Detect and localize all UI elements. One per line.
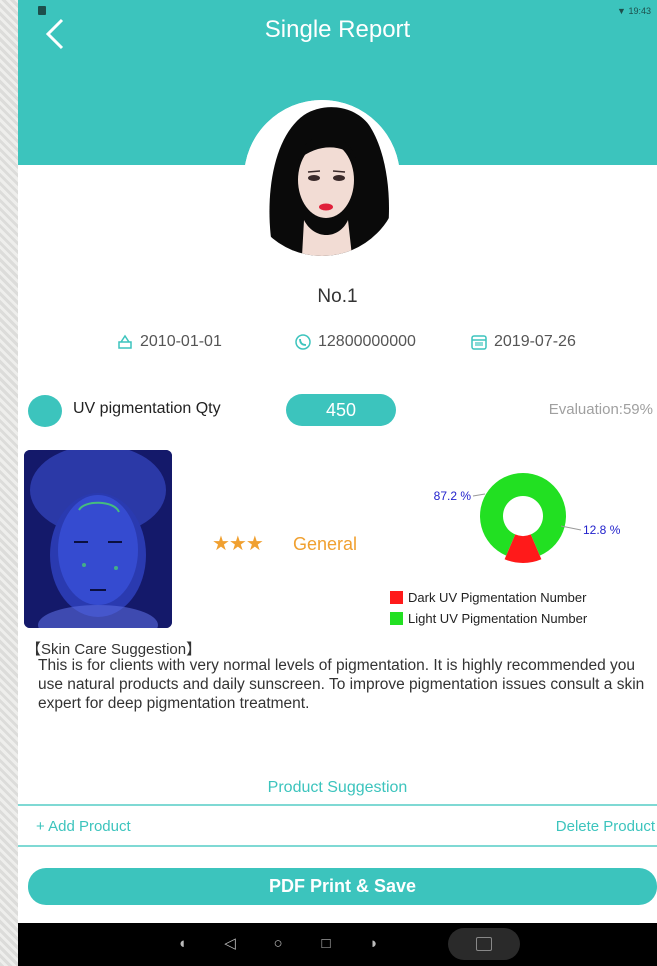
evaluation-score: Evaluation:59% <box>548 401 653 418</box>
volume-down-icon[interactable]: ◖ <box>170 932 194 956</box>
uv-label: UV pigmentation Qty <box>73 400 221 417</box>
product-suggestion-title: Product Suggestion <box>267 779 408 796</box>
rating-stars: ★★★ <box>212 533 264 555</box>
status-time: ▼ 19:43 <box>617 6 651 16</box>
data-label-light: 87.2 % <box>434 489 472 503</box>
skin-care-suggestion-text: This is for clients with very normal lev… <box>38 657 645 712</box>
screen: ▼ 19:43 Single Report No.1 2010-01-01 12… <box>18 0 657 966</box>
avatar <box>244 100 400 256</box>
rating-label: General <box>293 534 358 554</box>
divider <box>18 804 657 806</box>
home-nav-icon[interactable]: ○ <box>266 932 290 956</box>
phone-field: 12800000000 <box>294 333 416 351</box>
report-date-field: 2019-07-26 <box>470 333 576 351</box>
device-frame <box>0 0 18 966</box>
battery-icon <box>38 6 46 15</box>
legend-item-dark: Dark UV Pigmentation Number <box>390 590 586 605</box>
screenshot-button[interactable] <box>448 928 520 960</box>
avatar-portrait-image <box>244 100 400 256</box>
uv-value-badge: 450 <box>286 394 396 426</box>
label-leader-line <box>472 493 486 497</box>
cake-icon <box>118 334 132 349</box>
add-product-button[interactable]: + Add Product <box>36 818 131 835</box>
uv-indicator-dot <box>28 395 62 427</box>
volume-up-icon[interactable]: ◗ <box>362 932 386 956</box>
data-label-dark: 12.8 % <box>583 523 621 537</box>
legend-swatch-light <box>390 612 403 625</box>
screenshot-icon <box>476 937 492 951</box>
page-title: Single Report <box>264 16 411 43</box>
back-nav-icon[interactable]: ◁ <box>218 932 242 956</box>
calendar-icon <box>471 335 487 350</box>
client-name: No.1 <box>317 286 358 307</box>
recents-nav-icon[interactable]: □ <box>314 932 338 956</box>
phone-icon <box>295 334 311 350</box>
uv-face-photo <box>24 450 172 628</box>
pigmentation-donut-chart: 12.8 % 87.2 % <box>434 473 621 563</box>
birthdate-field: 2010-01-01 <box>116 333 222 351</box>
legend-item-light: Light UV Pigmentation Number <box>390 611 587 626</box>
pdf-print-save-button[interactable]: PDF Print & Save <box>28 868 657 905</box>
delete-product-button[interactable]: Delete Product <box>556 818 655 835</box>
wifi-icon: ▼ <box>617 6 626 16</box>
legend-swatch-dark <box>390 591 403 604</box>
android-nav-bar: ◖ ◁ ○ □ ◗ <box>18 923 657 966</box>
divider <box>18 845 657 847</box>
